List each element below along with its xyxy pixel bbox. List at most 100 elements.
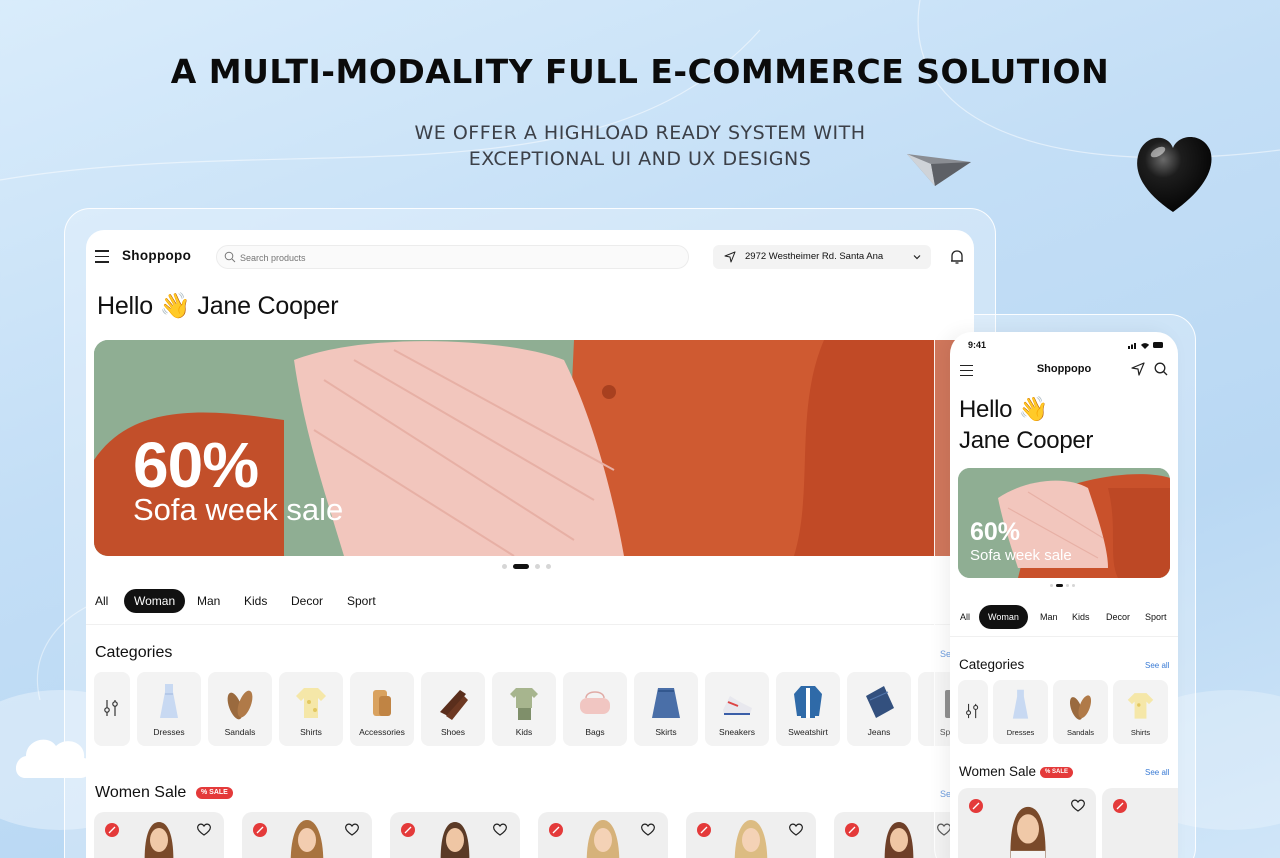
filter-icon [966, 703, 979, 719]
tab-kids[interactable]: Kids [1063, 605, 1099, 629]
pagination-dot[interactable] [502, 564, 507, 569]
search-input[interactable] [240, 249, 670, 266]
menu-icon[interactable] [95, 250, 109, 263]
tablet-screen: Shoppopo 2972 Westheimer Rd. Santa Ana H… [86, 230, 974, 858]
category-sneakers[interactable]: Sneakers [705, 672, 769, 746]
sale-badge: % SALE [196, 787, 233, 799]
banner-pagination [502, 564, 557, 570]
sweatshirt-icon [794, 686, 822, 718]
women-sale-see-all-link[interactable]: See all [1145, 768, 1169, 777]
bell-icon[interactable] [950, 249, 964, 265]
banner-pagination [1050, 584, 1078, 602]
kids-clothes-icon [510, 688, 538, 720]
discount-tag-icon [401, 823, 415, 837]
promo-banner[interactable]: 60% Sofa week sale [958, 468, 1170, 578]
product-image [734, 820, 768, 858]
sneakers-icon [723, 696, 752, 715]
category-accessories[interactable]: Accessories [350, 672, 414, 746]
product-image [1010, 806, 1046, 858]
greeting-line-2: Jane Cooper [959, 427, 1094, 454]
product-card[interactable] [390, 812, 520, 858]
tab-man[interactable]: Man [1031, 605, 1067, 629]
pagination-dot[interactable] [546, 564, 551, 569]
dress-icon [1012, 689, 1029, 719]
search-icon[interactable] [1154, 362, 1168, 376]
location-arrow-icon[interactable] [1131, 362, 1145, 376]
category-sweatshirt[interactable]: Sweatshirt [776, 672, 840, 746]
status-icons [1128, 342, 1163, 349]
shoes-icon [440, 690, 468, 720]
category-shirts[interactable]: Shirts [279, 672, 343, 746]
tab-decor[interactable]: Decor [281, 589, 333, 613]
banner-text: Sofa week sale [133, 492, 344, 527]
product-card[interactable] [686, 812, 816, 858]
category-shirts[interactable]: Shirts [1113, 680, 1168, 744]
category-sandals[interactable]: Sandals [208, 672, 272, 746]
promo-banner[interactable]: 60% Sofa week sale [94, 340, 974, 556]
category-label: Shirts [300, 727, 322, 737]
tab-all[interactable]: All [951, 605, 979, 629]
categories-title: Categories [95, 644, 173, 661]
tab-all[interactable]: All [86, 589, 118, 613]
category-label: Sandals [224, 727, 256, 737]
tab-sport[interactable]: Sport [337, 589, 386, 613]
shirt-icon [1127, 693, 1154, 719]
heart-icon[interactable] [196, 822, 212, 837]
tab-man[interactable]: Man [187, 589, 230, 613]
category-label: Kids [515, 727, 533, 737]
tab-decor[interactable]: Decor [1097, 605, 1139, 629]
product-card[interactable] [538, 812, 668, 858]
sale-badge: % SALE [1040, 767, 1074, 778]
pagination-dot[interactable] [535, 564, 540, 569]
app-logo[interactable]: Shoppopo [122, 248, 191, 263]
category-label: Dresses [153, 727, 185, 737]
banner-percent: 60% [970, 518, 1021, 546]
category-jeans[interactable]: Jeans [847, 672, 911, 746]
product-card[interactable] [1102, 788, 1178, 858]
dress-icon [160, 684, 178, 718]
search-bar[interactable] [216, 245, 689, 269]
women-sale-title: Women Sale [95, 784, 187, 801]
tab-sport[interactable]: Sport [1136, 605, 1176, 629]
pagination-dot[interactable] [1050, 584, 1053, 587]
tab-woman[interactable]: Woman [124, 589, 186, 613]
category-kids[interactable]: Kids [492, 672, 556, 746]
status-time: 9:41 [968, 340, 987, 350]
category-sandals[interactable]: Sandals [1053, 680, 1108, 744]
heart-icon[interactable] [492, 822, 508, 837]
filter-button[interactable] [958, 680, 988, 744]
pagination-dot-active[interactable] [1056, 584, 1063, 587]
heart-icon[interactable] [640, 822, 656, 837]
product-card[interactable] [94, 812, 224, 858]
pagination-dot[interactable] [1066, 584, 1069, 587]
women-sale-title: Women Sale [959, 764, 1037, 779]
categories-see-all-link[interactable]: See all [1145, 661, 1169, 670]
heart-icon[interactable] [344, 822, 360, 837]
chevron-down-icon [913, 255, 921, 260]
category-dresses[interactable]: Dresses [993, 680, 1048, 744]
discount-tag-icon [845, 823, 859, 837]
category-shoes[interactable]: Shoes [421, 672, 485, 746]
product-image [586, 820, 620, 858]
category-skirts[interactable]: Skirts [634, 672, 698, 746]
discount-tag-icon [697, 823, 711, 837]
product-card[interactable] [958, 788, 1096, 858]
filter-button[interactable] [94, 672, 130, 746]
divider [950, 636, 1178, 637]
greeting: Hello 👋 Jane Cooper [97, 292, 339, 320]
product-image [290, 820, 324, 858]
heart-icon[interactable] [1070, 798, 1086, 813]
category-dresses[interactable]: Dresses [137, 672, 201, 746]
product-card[interactable] [242, 812, 372, 858]
pagination-dot[interactable] [1072, 584, 1075, 587]
tab-kids[interactable]: Kids [234, 589, 277, 613]
hero-title: A MULTI-MODALITY FULL E-COMMERCE SOLUTIO… [170, 52, 1110, 91]
location-selector[interactable]: 2972 Westheimer Rd. Santa Ana [713, 245, 931, 269]
pagination-dot-active[interactable] [513, 564, 529, 569]
category-label: Bags [585, 727, 605, 737]
product-image [440, 822, 470, 858]
discount-tag-icon [253, 823, 267, 837]
tab-woman[interactable]: Woman [979, 605, 1028, 629]
heart-icon[interactable] [788, 822, 804, 837]
category-bags[interactable]: Bags [563, 672, 627, 746]
